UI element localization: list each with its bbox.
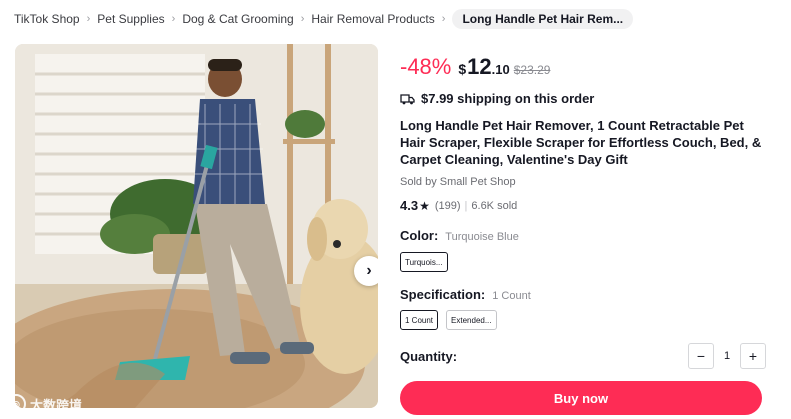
breadcrumb-current: Long Handle Pet Hair Rem... [452,9,634,29]
breadcrumb-item-hair-removal[interactable]: Hair Removal Products [311,12,434,26]
sold-count: 6.6K sold [471,199,518,212]
chevron-right-icon: › [366,262,372,279]
chevron-right-icon: › [300,13,305,25]
product-photo-illustration [15,44,378,408]
next-image-button[interactable]: › [354,256,378,286]
plus-icon: + [748,348,758,364]
original-price: $23.29 [513,63,551,77]
minus-icon: − [696,348,706,364]
specification-value: 1 Count [492,290,531,302]
watermark: ◎ 大数跨境 [6,394,82,414]
color-options: Turquois... [400,252,448,272]
specification-options: 1 Count Extended... [400,310,497,330]
breadcrumb-item-pet-supplies[interactable]: Pet Supplies [97,12,164,26]
product-image[interactable]: › [15,44,378,408]
quantity-plus-button[interactable]: + [740,343,766,369]
color-option[interactable]: Turquois... [400,252,448,272]
chevron-right-icon: › [441,13,446,25]
discount-badge: -48% [400,54,452,79]
breadcrumb-item-grooming[interactable]: Dog & Cat Grooming [182,12,293,26]
breadcrumb: TikTok Shop › Pet Supplies › Dog & Cat Gro… [14,9,634,29]
spec-option-extended[interactable]: Extended... [446,310,497,330]
specification-label: Specification: [400,287,486,302]
rating-score: 4.3 [400,198,419,213]
breadcrumb-item-tiktok-shop[interactable]: TikTok Shop [14,12,80,26]
quantity-stepper: − 1 + [688,343,766,369]
price-integer: 12 [467,54,492,79]
review-count[interactable]: (199) [435,200,461,212]
color-row: Color: Turquoise Blue [400,228,519,243]
specification-row: Specification: 1 Count [400,287,531,302]
chevron-right-icon: › [171,13,176,25]
watermark-text: 大数跨境 [30,397,83,413]
shipping-info: $7.99 shipping on this order [400,91,594,106]
currency-symbol: $ [458,61,467,77]
divider: | [464,199,468,212]
star-icon: ★ [419,198,430,213]
shipping-text: $7.99 shipping on this order [421,91,595,106]
price-row: -48% $ 12 .10 $23.29 [400,54,550,80]
seller-link[interactable]: Sold by Small Pet Shop [400,176,516,188]
quantity-label: Quantity: [400,349,458,364]
quantity-value[interactable]: 1 [714,350,740,362]
quantity-minus-button[interactable]: − [688,343,714,369]
chevron-right-icon: › [86,13,91,25]
rating-row[interactable]: 4.3 ★ (199) | 6.6K sold [400,198,517,213]
price-decimal: .10 [491,62,510,77]
truck-icon [400,93,415,105]
product-title: Long Handle Pet Hair Remover, 1 Count Re… [400,118,762,167]
buy-now-button[interactable]: Buy now [400,381,762,415]
spec-option-1-count[interactable]: 1 Count [400,310,439,330]
watermark-logo-icon: ◎ [6,394,26,414]
color-label: Color: [400,228,439,243]
color-value: Turquoise Blue [445,231,519,243]
